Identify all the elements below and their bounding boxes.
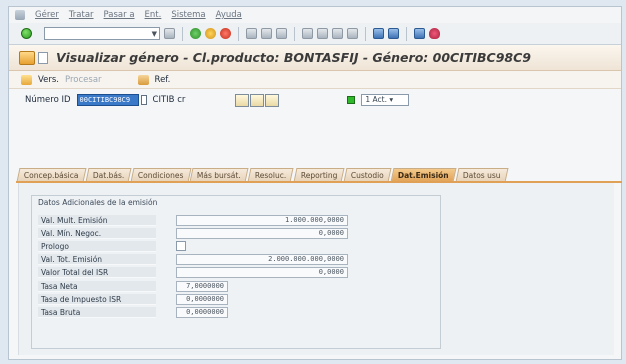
- application-toolbar: Vers. Procesar Ref.: [9, 71, 621, 89]
- last-page-icon[interactable]: [347, 28, 358, 39]
- exit-icon[interactable]: [205, 28, 216, 39]
- versions-button[interactable]: Vers.: [38, 75, 59, 85]
- reference-icon[interactable]: [137, 74, 149, 85]
- standard-toolbar: ▼: [9, 23, 621, 45]
- title-bar: Visualizar género - Cl.producto: BONTASF…: [9, 45, 621, 71]
- field-label: Tasa Neta: [38, 280, 156, 292]
- field-label: Val. Tot. Emisión: [38, 253, 156, 265]
- valor-total-isr-field[interactable]: 0,0000: [176, 266, 348, 278]
- tab-condiciones[interactable]: Condiciones: [130, 168, 191, 182]
- tab-custodio[interactable]: Custodio: [343, 168, 392, 182]
- field-label: Tasa Bruta: [38, 306, 156, 318]
- next-page-icon[interactable]: [332, 28, 343, 39]
- chevron-down-icon[interactable]: ▼: [152, 30, 157, 38]
- toolbar-separator: [182, 26, 183, 41]
- find-icon[interactable]: [261, 28, 272, 39]
- tab-mas-bursat[interactable]: Más bursát.: [189, 168, 249, 182]
- row-val-mult-emision: Val. Mult. Emisión 1.000.000,0000: [38, 214, 348, 226]
- row-prologo: Prologo: [38, 240, 186, 252]
- edit-icon[interactable]: [250, 93, 265, 107]
- numero-id-label: Número ID: [25, 95, 71, 105]
- find-next-icon[interactable]: [276, 28, 287, 39]
- field-label: Val. Mult. Emisión: [38, 214, 156, 226]
- reference-button[interactable]: Ref.: [155, 75, 171, 85]
- help-icon[interactable]: [414, 28, 425, 39]
- field-label: Prologo: [38, 240, 156, 252]
- menu-app-icon[interactable]: [15, 10, 25, 20]
- toolbar-separator: [294, 26, 295, 41]
- layout-icon[interactable]: [429, 28, 440, 39]
- tab-datos-usu[interactable]: Datos usu: [455, 168, 508, 182]
- toolbar-separator: [406, 26, 407, 41]
- status-icon: [347, 96, 356, 104]
- menu-item-ent[interactable]: Ent.: [145, 10, 162, 20]
- menu-item-ayuda[interactable]: Ayuda: [216, 10, 242, 20]
- header-button-group: [235, 93, 280, 107]
- val-tot-emision-field[interactable]: 2.000.000.000,0000: [176, 253, 348, 265]
- new-session-icon[interactable]: [373, 28, 384, 39]
- tab-dat-emision[interactable]: Dat.Emisión: [390, 168, 457, 182]
- prologo-checkbox[interactable]: [176, 241, 186, 251]
- row-tasa-neta: Tasa Neta 7,0000000: [38, 280, 228, 292]
- print-icon[interactable]: [246, 28, 257, 39]
- menu-item-pasar-a[interactable]: Pasar a: [104, 10, 135, 20]
- issuer-text: CITIB cr: [152, 95, 186, 105]
- save-icon[interactable]: [164, 28, 175, 39]
- other-icon[interactable]: [265, 93, 280, 107]
- status-value: 1 Act.: [365, 95, 387, 104]
- document-icon: [38, 51, 48, 64]
- command-field[interactable]: ▼: [44, 27, 160, 40]
- header-fields: Número ID 00CITIBC98C9 CITIB cr 1 Act. ▾: [9, 89, 621, 111]
- tasa-neta-field[interactable]: 7,0000000: [176, 280, 228, 292]
- tab-content: Datos Adicionales de la emisión Val. Mul…: [18, 183, 614, 355]
- field-label: Valor Total del ISR: [38, 266, 156, 278]
- field-label: Val. Mín. Negoc.: [38, 227, 156, 239]
- procesar-button[interactable]: Procesar: [65, 75, 102, 85]
- tasa-bruta-field[interactable]: 0,0000000: [176, 306, 228, 318]
- display-icon[interactable]: [235, 93, 250, 107]
- menu-bar: Gérer Tratar Pasar a Ent. Sistema Ayuda: [9, 7, 621, 23]
- numero-id-field[interactable]: 00CITIBC98C9: [76, 94, 139, 106]
- cancel-icon[interactable]: [220, 28, 231, 39]
- menu-item-sistema[interactable]: Sistema: [171, 10, 205, 20]
- val-mult-emision-field[interactable]: 1.000.000,0000: [176, 214, 348, 226]
- row-valor-total-isr: Valor Total del ISR 0,0000: [38, 266, 348, 278]
- row-tasa-bruta: Tasa Bruta 0,0000000: [38, 306, 228, 318]
- transaction-icon: [19, 50, 35, 65]
- enter-icon[interactable]: [21, 28, 32, 39]
- previous-page-icon[interactable]: [317, 28, 328, 39]
- val-min-negoc-field[interactable]: 0,0000: [176, 227, 348, 239]
- page-title: Visualizar género - Cl.producto: BONTASF…: [56, 50, 531, 65]
- tab-resoluc[interactable]: Resoluc.: [247, 168, 295, 182]
- shortcut-icon[interactable]: [388, 28, 399, 39]
- back-icon[interactable]: [190, 28, 201, 39]
- menu-item-gerer[interactable]: Gérer: [35, 10, 59, 20]
- tab-concep-basica[interactable]: Concep.básica: [16, 168, 87, 182]
- group-title: Datos Adicionales de la emisión: [38, 198, 158, 207]
- status-select[interactable]: 1 Act. ▾: [361, 94, 410, 106]
- tasa-impuesto-isr-field[interactable]: 0,0000000: [176, 293, 228, 305]
- field-label: Tasa de Impuesto ISR: [38, 293, 156, 305]
- versions-icon[interactable]: [21, 74, 32, 85]
- tab-reporting[interactable]: Reporting: [293, 168, 345, 182]
- tab-strip: Concep.básica Dat.bás. Condiciones Más b…: [16, 168, 508, 182]
- row-tasa-impuesto-isr: Tasa de Impuesto ISR 0,0000000: [38, 293, 228, 305]
- toolbar-separator: [365, 26, 366, 41]
- datos-adicionales-group: Datos Adicionales de la emisión Val. Mul…: [31, 195, 441, 349]
- row-val-tot-emision: Val. Tot. Emisión 2.000.000.000,0000: [38, 253, 348, 265]
- first-page-icon[interactable]: [302, 28, 313, 39]
- value-help-icon[interactable]: [140, 95, 147, 105]
- row-val-min-negoc: Val. Mín. Negoc. 0,0000: [38, 227, 348, 239]
- tab-dat-bas[interactable]: Dat.bás.: [85, 168, 132, 182]
- toolbar-separator: [238, 26, 239, 41]
- menu-item-tratar[interactable]: Tratar: [69, 10, 94, 20]
